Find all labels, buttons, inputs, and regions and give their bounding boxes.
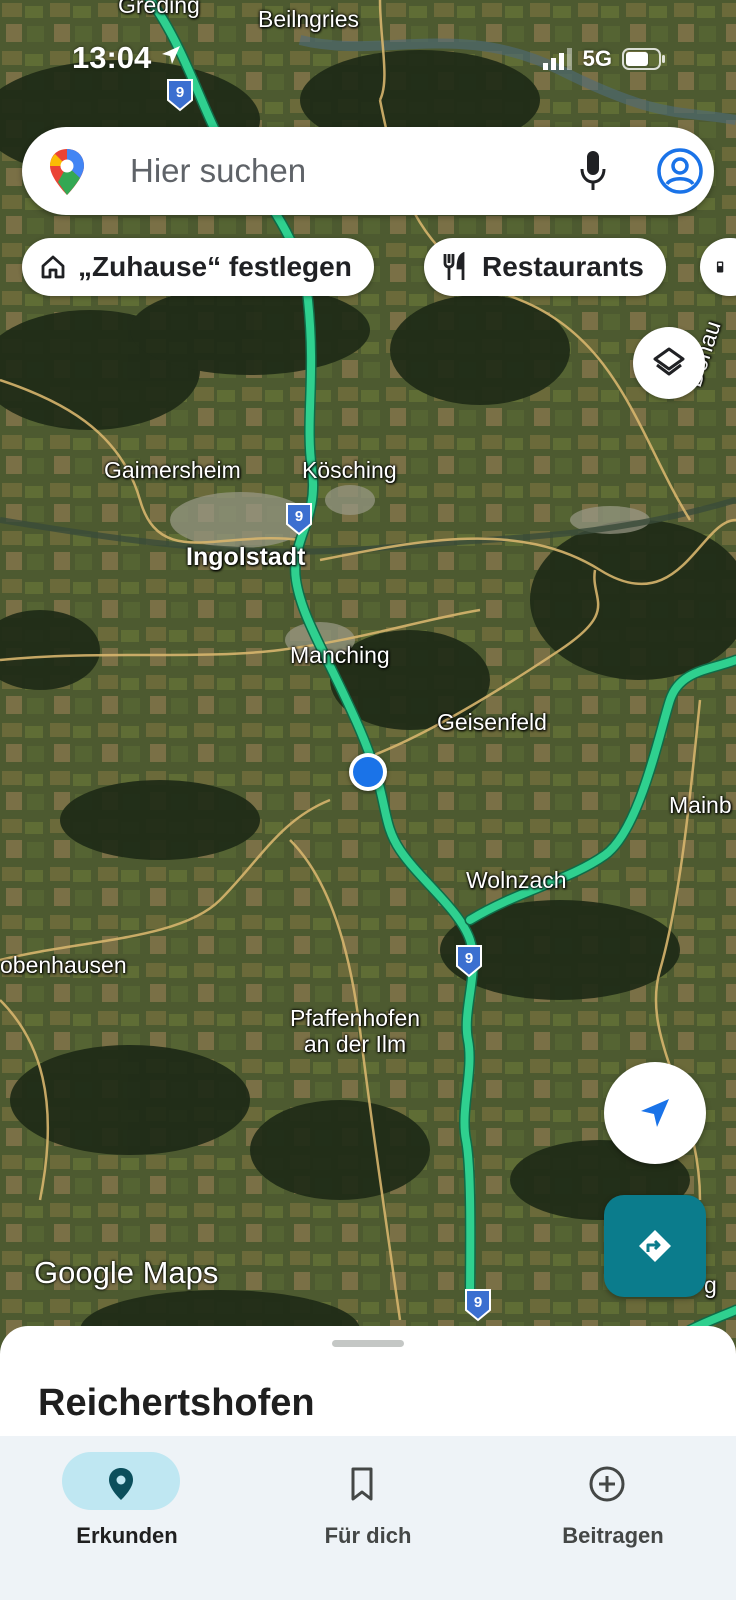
place-label-line: an der Ilm <box>303 1031 407 1058</box>
nav-for-you[interactable]: Für dich <box>268 1444 468 1554</box>
my-location-button[interactable] <box>604 1062 706 1164</box>
highway-shield: 9 <box>284 502 314 536</box>
chip-set-home[interactable]: „Zuhause“ festlegen <box>22 238 374 296</box>
place-label[interactable]: Beilngries <box>258 6 359 32</box>
add-circle-icon <box>589 1466 625 1502</box>
bottom-navigation: Erkunden Für dich Beitragen <box>0 1436 736 1600</box>
nav-label: Beitragen <box>562 1523 664 1548</box>
directions-button[interactable] <box>604 1195 706 1297</box>
nav-explore[interactable]: Erkunden <box>27 1444 227 1554</box>
search-input[interactable] <box>130 145 550 197</box>
chip-label: Restaurants <box>482 251 644 282</box>
place-label[interactable]: Gaimersheim <box>104 457 241 483</box>
chip-label: „Zuhause“ festlegen <box>78 251 352 282</box>
bottom-sheet[interactable]: Reichertshofen <box>0 1326 736 1436</box>
place-label[interactable]: Greding <box>118 0 200 18</box>
place-label[interactable]: Wolnzach <box>466 867 567 893</box>
google-maps-pin-icon <box>50 149 84 195</box>
highway-number: 9 <box>473 1294 483 1311</box>
home-icon <box>41 255 65 279</box>
status-time: 13:04 <box>72 40 182 76</box>
highway-number: 9 <box>464 950 474 967</box>
time-text: 13:04 <box>72 40 152 75</box>
google-maps-logo: Google Maps <box>34 1255 219 1290</box>
signal-icon <box>542 48 572 70</box>
account-icon[interactable] <box>656 147 704 195</box>
sheet-drag-handle[interactable] <box>332 1340 404 1347</box>
nav-label: Erkunden <box>76 1523 178 1548</box>
place-label-pfaffenhofen[interactable]: Pfaffenhofen an der Ilm <box>290 1005 420 1058</box>
current-location-dot[interactable] <box>349 753 387 791</box>
layers-button[interactable] <box>633 327 705 399</box>
place-label[interactable]: Mainb <box>669 792 732 818</box>
highway-shield: 9 <box>165 78 195 112</box>
place-label[interactable]: Manching <box>290 642 390 668</box>
bookmark-icon <box>351 1467 373 1501</box>
directions-icon <box>639 1230 671 1262</box>
chip-restaurants[interactable]: Restaurants <box>424 238 666 296</box>
place-label-line: Pfaffenhofen <box>290 1005 421 1031</box>
highway-number: 9 <box>294 508 304 525</box>
battery-icon <box>622 48 665 70</box>
location-dot-core <box>353 757 383 787</box>
explore-pin-icon <box>109 1468 133 1500</box>
highway-shield: 9 <box>463 1288 493 1322</box>
sheet-title: Reichertshofen <box>38 1382 315 1424</box>
nav-label: Für dich <box>324 1523 412 1548</box>
network-type: 5G <box>582 46 612 71</box>
place-label[interactable]: Geisenfeld <box>437 709 547 735</box>
place-label[interactable]: Ingolstadt <box>186 543 305 572</box>
place-label[interactable]: Kösching <box>302 457 397 483</box>
highway-shield: 9 <box>454 944 484 978</box>
microphone-icon[interactable] <box>578 149 608 193</box>
layers-icon <box>653 347 685 376</box>
nav-contribute[interactable]: Beitragen <box>513 1444 713 1554</box>
navigation-arrow-icon <box>641 1099 669 1127</box>
gas-station-icon <box>716 261 724 273</box>
status-right: 5G <box>542 46 666 72</box>
place-label[interactable]: obenhausen <box>0 952 127 978</box>
search-bar[interactable] <box>22 127 714 215</box>
highway-number: 9 <box>175 84 185 101</box>
restaurant-icon <box>443 252 465 280</box>
location-arrow-icon <box>161 46 180 64</box>
